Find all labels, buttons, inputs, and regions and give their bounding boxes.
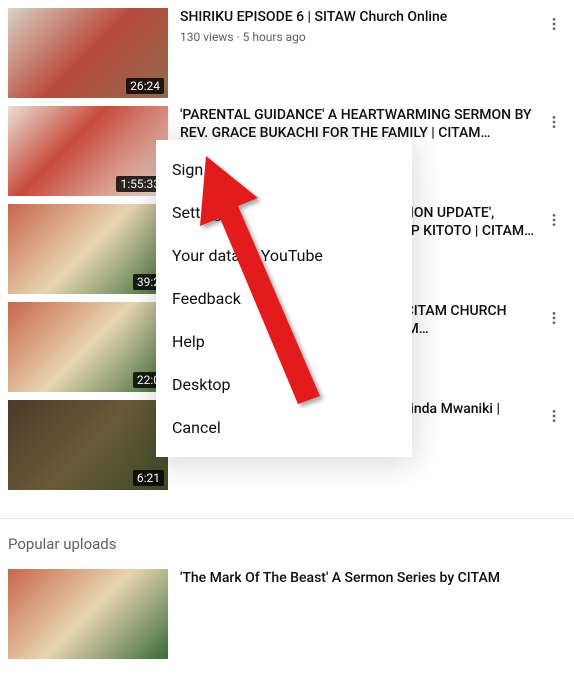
section-title-popular: Popular uploads <box>0 519 574 561</box>
menu-desktop[interactable]: Desktop <box>156 363 412 406</box>
video-thumbnail[interactable]: 6:21 <box>8 400 168 490</box>
video-row[interactable]: 26:24 SHIRIKU EPISODE 6 | SITAW Church O… <box>8 8 566 98</box>
account-menu: Sign In Settings Your data in YouTube Fe… <box>156 140 412 457</box>
video-thumbnail[interactable]: 26:24 <box>8 8 168 98</box>
video-list-popular: 'The Mark Of The Beast' A Sermon Series … <box>0 561 574 675</box>
duration-badge: 6:21 <box>133 470 164 486</box>
video-row[interactable]: 'The Mark Of The Beast' A Sermon Series … <box>8 569 566 659</box>
duration-badge: 26:24 <box>126 78 164 94</box>
kebab-icon[interactable] <box>542 110 566 134</box>
kebab-icon[interactable] <box>542 208 566 232</box>
menu-your-data[interactable]: Your data in YouTube <box>156 234 412 277</box>
video-thumbnail[interactable]: 39:2 <box>8 204 168 294</box>
kebab-icon[interactable] <box>542 12 566 36</box>
kebab-icon[interactable] <box>542 404 566 428</box>
video-title: 'PARENTAL GUIDANCE' A HEARTWARMING SERMO… <box>180 106 538 142</box>
video-subline: 130 views · 5 hours ago <box>180 30 538 44</box>
video-thumbnail[interactable]: 1:55:33 <box>8 106 168 196</box>
video-meta: 'The Mark Of The Beast' A Sermon Series … <box>180 569 566 659</box>
menu-help[interactable]: Help <box>156 320 412 363</box>
video-thumbnail[interactable]: 22:0 <box>8 302 168 392</box>
menu-settings[interactable]: Settings <box>156 191 412 234</box>
video-thumbnail[interactable] <box>8 569 168 659</box>
menu-sign-in[interactable]: Sign In <box>156 148 412 191</box>
menu-cancel[interactable]: Cancel <box>156 406 412 449</box>
menu-feedback[interactable]: Feedback <box>156 277 412 320</box>
kebab-icon[interactable] <box>542 306 566 330</box>
video-title: SHIRIKU EPISODE 6 | SITAW Church Online <box>180 8 538 26</box>
video-meta: SHIRIKU EPISODE 6 | SITAW Church Online … <box>180 8 566 98</box>
video-title: 'The Mark Of The Beast' A Sermon Series … <box>180 569 538 587</box>
